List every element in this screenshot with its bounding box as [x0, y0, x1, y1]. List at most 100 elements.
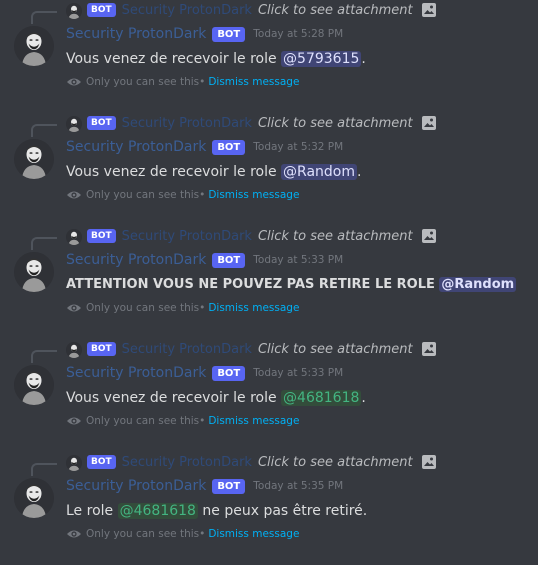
message-header: Security ProtonDark BOT Today at 5:33 PM [66, 252, 343, 268]
eye-icon [66, 302, 82, 314]
content-text: . [361, 390, 366, 406]
role-mention[interactable]: @Random [439, 277, 517, 292]
reply-avatar[interactable] [66, 116, 82, 132]
message-feed: BOT Security ProtonDark Click to see att… [0, 0, 538, 551]
dismiss-link[interactable]: Dismiss message [208, 189, 299, 201]
reply-preview[interactable]: BOT Security ProtonDark Click to see att… [87, 228, 437, 244]
dismiss-link[interactable]: Dismiss message [208, 76, 299, 88]
avatar[interactable] [14, 478, 54, 518]
bot-tag: BOT [87, 116, 116, 130]
content-text: Le role [66, 503, 118, 519]
message-content: Le role @4681618 ne peux pas être retiré… [66, 501, 367, 521]
image-icon [421, 2, 437, 18]
bot-tag: BOT [87, 3, 116, 17]
reply-spine [31, 124, 57, 137]
username[interactable]: Security ProtonDark [66, 26, 206, 42]
message: BOT Security ProtonDark Click to see att… [0, 0, 538, 113]
ephemeral-text: Only you can see this [86, 302, 200, 314]
reply-avatar[interactable] [66, 229, 82, 245]
content-text: ATTENTION VOUS NE POUVEZ PAS RETIRE LE R… [66, 277, 440, 292]
reply-text[interactable]: Click to see attachment [258, 229, 413, 244]
reply-username[interactable]: Security ProtonDark [122, 116, 252, 131]
dismiss-link[interactable]: Dismiss message [208, 415, 299, 427]
ephemeral-notice: Only you can see this • Dismiss message [66, 76, 299, 88]
bot-tag: BOT [212, 478, 246, 494]
bot-tag: BOT [87, 229, 116, 243]
role-mention[interactable]: @Random [281, 164, 358, 180]
content-text: Vous venez de recevoir le role [66, 164, 282, 180]
ephemeral-text: Only you can see this [86, 189, 200, 201]
avatar[interactable] [14, 252, 54, 292]
message-content: Vous venez de recevoir le role @Random. [66, 162, 361, 182]
reply-username[interactable]: Security ProtonDark [122, 342, 252, 357]
reply-preview[interactable]: BOT Security ProtonDark Click to see att… [87, 341, 437, 357]
ephemeral-notice: Only you can see this • Dismiss message [66, 189, 299, 201]
reply-spine [31, 350, 57, 363]
content-text: . [361, 51, 366, 67]
reply-avatar[interactable] [66, 3, 82, 19]
avatar[interactable] [14, 139, 54, 179]
bot-tag: BOT [212, 139, 246, 155]
content-text: ne peux pas être retiré. [197, 503, 368, 519]
ephemeral-notice: Only you can see this • Dismiss message [66, 302, 299, 314]
bot-tag: BOT [212, 26, 246, 42]
eye-icon [66, 528, 82, 540]
role-mention[interactable]: @4681618 [117, 503, 198, 519]
content-text: . [357, 164, 362, 180]
ephemeral-separator: • [199, 189, 206, 201]
message-content: ATTENTION VOUS NE POUVEZ PAS RETIRE LE R… [66, 275, 517, 295]
username[interactable]: Security ProtonDark [66, 252, 206, 268]
username[interactable]: Security ProtonDark [66, 139, 206, 155]
reply-preview[interactable]: BOT Security ProtonDark Click to see att… [87, 2, 437, 18]
ephemeral-separator: • [199, 415, 206, 427]
reply-text[interactable]: Click to see attachment [258, 455, 413, 470]
eye-icon [66, 76, 82, 88]
timestamp: Today at 5:33 PM [253, 254, 344, 266]
username[interactable]: Security ProtonDark [66, 478, 206, 494]
eye-icon [66, 189, 82, 201]
reply-text[interactable]: Click to see attachment [258, 116, 413, 131]
reply-text[interactable]: Click to see attachment [258, 3, 413, 18]
ephemeral-text: Only you can see this [86, 528, 200, 540]
bot-tag: BOT [87, 455, 116, 469]
reply-text[interactable]: Click to see attachment [258, 342, 413, 357]
username[interactable]: Security ProtonDark [66, 365, 206, 381]
message: BOT Security ProtonDark Click to see att… [0, 113, 538, 226]
timestamp: Today at 5:33 PM [253, 367, 344, 379]
message-content: Vous venez de recevoir le role @5793615. [66, 49, 366, 69]
ephemeral-separator: • [199, 528, 206, 540]
ephemeral-notice: Only you can see this • Dismiss message [66, 528, 299, 540]
reply-spine [31, 237, 57, 250]
reply-username[interactable]: Security ProtonDark [122, 229, 252, 244]
message: BOT Security ProtonDark Click to see att… [0, 339, 538, 452]
message: BOT Security ProtonDark Click to see att… [0, 452, 538, 565]
ephemeral-notice: Only you can see this • Dismiss message [66, 415, 299, 427]
ephemeral-text: Only you can see this [86, 415, 200, 427]
role-mention[interactable]: @4681618 [281, 390, 362, 406]
content-text: Vous venez de recevoir le role [66, 51, 282, 67]
bot-tag: BOT [87, 342, 116, 356]
message-content: Vous venez de recevoir le role @4681618. [66, 388, 366, 408]
role-mention[interactable]: @5793615 [281, 51, 362, 67]
reply-preview[interactable]: BOT Security ProtonDark Click to see att… [87, 115, 437, 131]
reply-username[interactable]: Security ProtonDark [122, 455, 252, 470]
message: BOT Security ProtonDark Click to see att… [0, 226, 538, 339]
image-icon [421, 454, 437, 470]
timestamp: Today at 5:35 PM [253, 480, 344, 492]
reply-avatar[interactable] [66, 342, 82, 358]
dismiss-link[interactable]: Dismiss message [208, 302, 299, 314]
dismiss-link[interactable]: Dismiss message [208, 528, 299, 540]
ephemeral-text: Only you can see this [86, 76, 200, 88]
ephemeral-separator: • [199, 76, 206, 88]
bot-tag: BOT [212, 365, 246, 381]
reply-avatar[interactable] [66, 455, 82, 471]
avatar[interactable] [14, 26, 54, 66]
image-icon [421, 228, 437, 244]
reply-preview[interactable]: BOT Security ProtonDark Click to see att… [87, 454, 437, 470]
message-header: Security ProtonDark BOT Today at 5:35 PM [66, 478, 343, 494]
avatar[interactable] [14, 365, 54, 405]
reply-username[interactable]: Security ProtonDark [122, 3, 252, 18]
image-icon [421, 115, 437, 131]
ephemeral-separator: • [199, 302, 206, 314]
message-header: Security ProtonDark BOT Today at 5:33 PM [66, 365, 343, 381]
